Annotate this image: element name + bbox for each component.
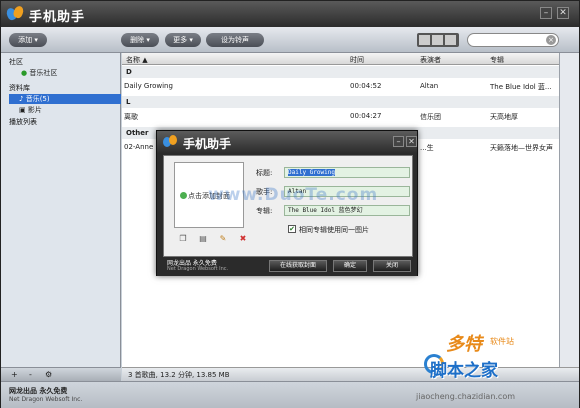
sidebar-item-label: 音乐社区 — [29, 69, 58, 77]
sidebar-item-video[interactable]: ▣ 影片 — [9, 105, 121, 115]
cell-artist: Altan — [420, 82, 439, 90]
sidebar-footer: + - ⚙ — [1, 367, 121, 381]
close-icon[interactable]: ✕ — [406, 136, 417, 147]
cover-view-icon[interactable] — [445, 35, 456, 45]
music-icon: ♪ — [19, 95, 24, 103]
column-album[interactable]: 专辑 — [490, 55, 504, 65]
sidebar-item-label: 音乐(5) — [25, 95, 50, 103]
cell-name: Daily Growing — [124, 82, 173, 90]
title-field-value: Daily Growing — [288, 169, 335, 176]
cell-artist: 信乐团 — [420, 113, 441, 121]
cell-album: The Blue Idol 蓝... — [490, 83, 552, 91]
album-label: 专辑: — [256, 207, 273, 215]
app-logo — [163, 135, 179, 149]
cell-time: 00:04:52 — [350, 82, 382, 90]
app-title: 手机助手 — [29, 10, 86, 25]
cell-name: 离歌 — [124, 113, 138, 121]
app-logo — [5, 4, 25, 22]
add-cover-icon — [180, 192, 187, 199]
dialog-footer: 网龙出品 永久免费 Net Dragon Websoft Inc. 在线获取封面… — [157, 257, 417, 276]
sidebar-section-community: 社区 — [9, 58, 23, 66]
cell-artist: ...生 — [420, 144, 434, 152]
view-switcher — [417, 33, 459, 47]
title-bar: 手机助手 – ✕ — [1, 1, 579, 27]
column-artist[interactable]: 表演者 — [420, 55, 441, 65]
dialog-title: 手机助手 — [183, 137, 232, 151]
delete-button-label: 删除 — [130, 36, 145, 44]
grid-view-icon[interactable] — [432, 35, 443, 45]
sidebar-item-music-community[interactable]: ● 音乐社区 — [11, 68, 123, 78]
minimize-icon[interactable]: – — [393, 136, 404, 147]
watermark-url: jiaocheng.chazidian.com — [416, 392, 516, 401]
more-button[interactable]: 更多 ▾ — [165, 33, 201, 47]
album-field[interactable]: The Blue Idol 蓝色梦幻 — [284, 205, 410, 216]
sidebar-section-playlist: 播放列表 — [9, 118, 37, 126]
scrollbar[interactable] — [559, 53, 579, 367]
list-view-icon[interactable] — [419, 35, 430, 45]
fetch-cover-button[interactable]: 在线获取封面 — [269, 260, 327, 272]
table-row[interactable]: 离歌 00:04:27 信乐团 天高地厚 — [122, 109, 559, 123]
minimize-icon[interactable]: – — [540, 7, 552, 19]
delete-icon[interactable]: ✖ — [238, 234, 248, 243]
clear-search-icon[interactable]: × — [546, 35, 556, 45]
sidebar: 社区 ● 音乐社区 资料库 ♪ 音乐(5) ▣ 影片 播放列表 — [1, 53, 121, 367]
set-ringtone-button[interactable]: 设为铃声 — [206, 33, 264, 47]
cell-album: 天籁落地—世界女声 — [490, 144, 553, 152]
status-bar: 3 首歌曲, 13.2 分钟, 13.85 MB — [122, 367, 579, 381]
cell-time: 00:04:27 — [350, 112, 382, 120]
group-header: D — [122, 66, 559, 78]
paste-icon[interactable]: ▤ — [198, 234, 208, 243]
watermark-center: www.DuoTe.com — [208, 185, 379, 205]
column-time[interactable]: 时间 — [350, 55, 364, 65]
dialog-footer-company: Net Dragon Websoft Inc. — [167, 266, 229, 272]
same-album-checkbox[interactable]: ✔ — [288, 225, 296, 233]
toolbar: 添加 ▾ 删除 ▾ 更多 ▾ 设为铃声 × — [1, 27, 579, 53]
cell-album: 天高地厚 — [490, 113, 518, 121]
group-header: L — [122, 96, 559, 108]
ok-button[interactable]: 确定 — [333, 260, 367, 272]
sidebar-item-music[interactable]: ♪ 音乐(5) — [9, 94, 121, 104]
globe-icon: ● — [21, 69, 28, 77]
close-button[interactable]: 关闭 — [373, 260, 411, 272]
close-icon[interactable]: ✕ — [557, 7, 569, 19]
list-header: 名称 ▲ 时间 表演者 专辑 — [122, 53, 559, 65]
footer-tagline: 网龙出品 永久免费 — [9, 387, 68, 395]
remove-playlist-button[interactable]: - — [29, 370, 32, 379]
film-icon: ▣ — [19, 106, 26, 114]
same-album-label: 相同专辑使用同一图片 — [299, 226, 369, 234]
edit-icon[interactable]: ✎ — [218, 234, 228, 243]
dialog-body: 点击添加封面 ❐ ▤ ✎ ✖ 标题: Daily Growing 歌手: Alt… — [163, 155, 413, 257]
watermark-brand: 多特 — [446, 334, 482, 355]
delete-button[interactable]: 删除 ▾ — [121, 33, 159, 47]
watermark-brand-small: 软件站 — [490, 337, 514, 346]
copy-icon[interactable]: ❐ — [178, 234, 188, 243]
footer-company: Net Dragon Websoft Inc. — [9, 396, 83, 403]
add-playlist-button[interactable]: + — [11, 370, 18, 379]
title-label: 标题: — [256, 169, 273, 177]
add-button-label: 添加 — [18, 36, 33, 44]
watermark-brand2: 脚本之家 — [430, 361, 498, 381]
table-row[interactable]: Daily Growing 00:04:52 Altan The Blue Id… — [122, 79, 559, 93]
sidebar-item-label: 影片 — [27, 106, 42, 114]
column-name[interactable]: 名称 ▲ — [126, 55, 148, 65]
title-field[interactable]: Daily Growing — [284, 167, 410, 178]
add-button[interactable]: 添加 ▾ — [9, 33, 47, 47]
more-button-label: 更多 — [173, 36, 188, 44]
dialog-title-bar: 手机助手 – ✕ — [157, 131, 417, 153]
gear-icon[interactable]: ⚙ — [45, 370, 52, 379]
sidebar-section-library: 资料库 — [9, 84, 30, 92]
